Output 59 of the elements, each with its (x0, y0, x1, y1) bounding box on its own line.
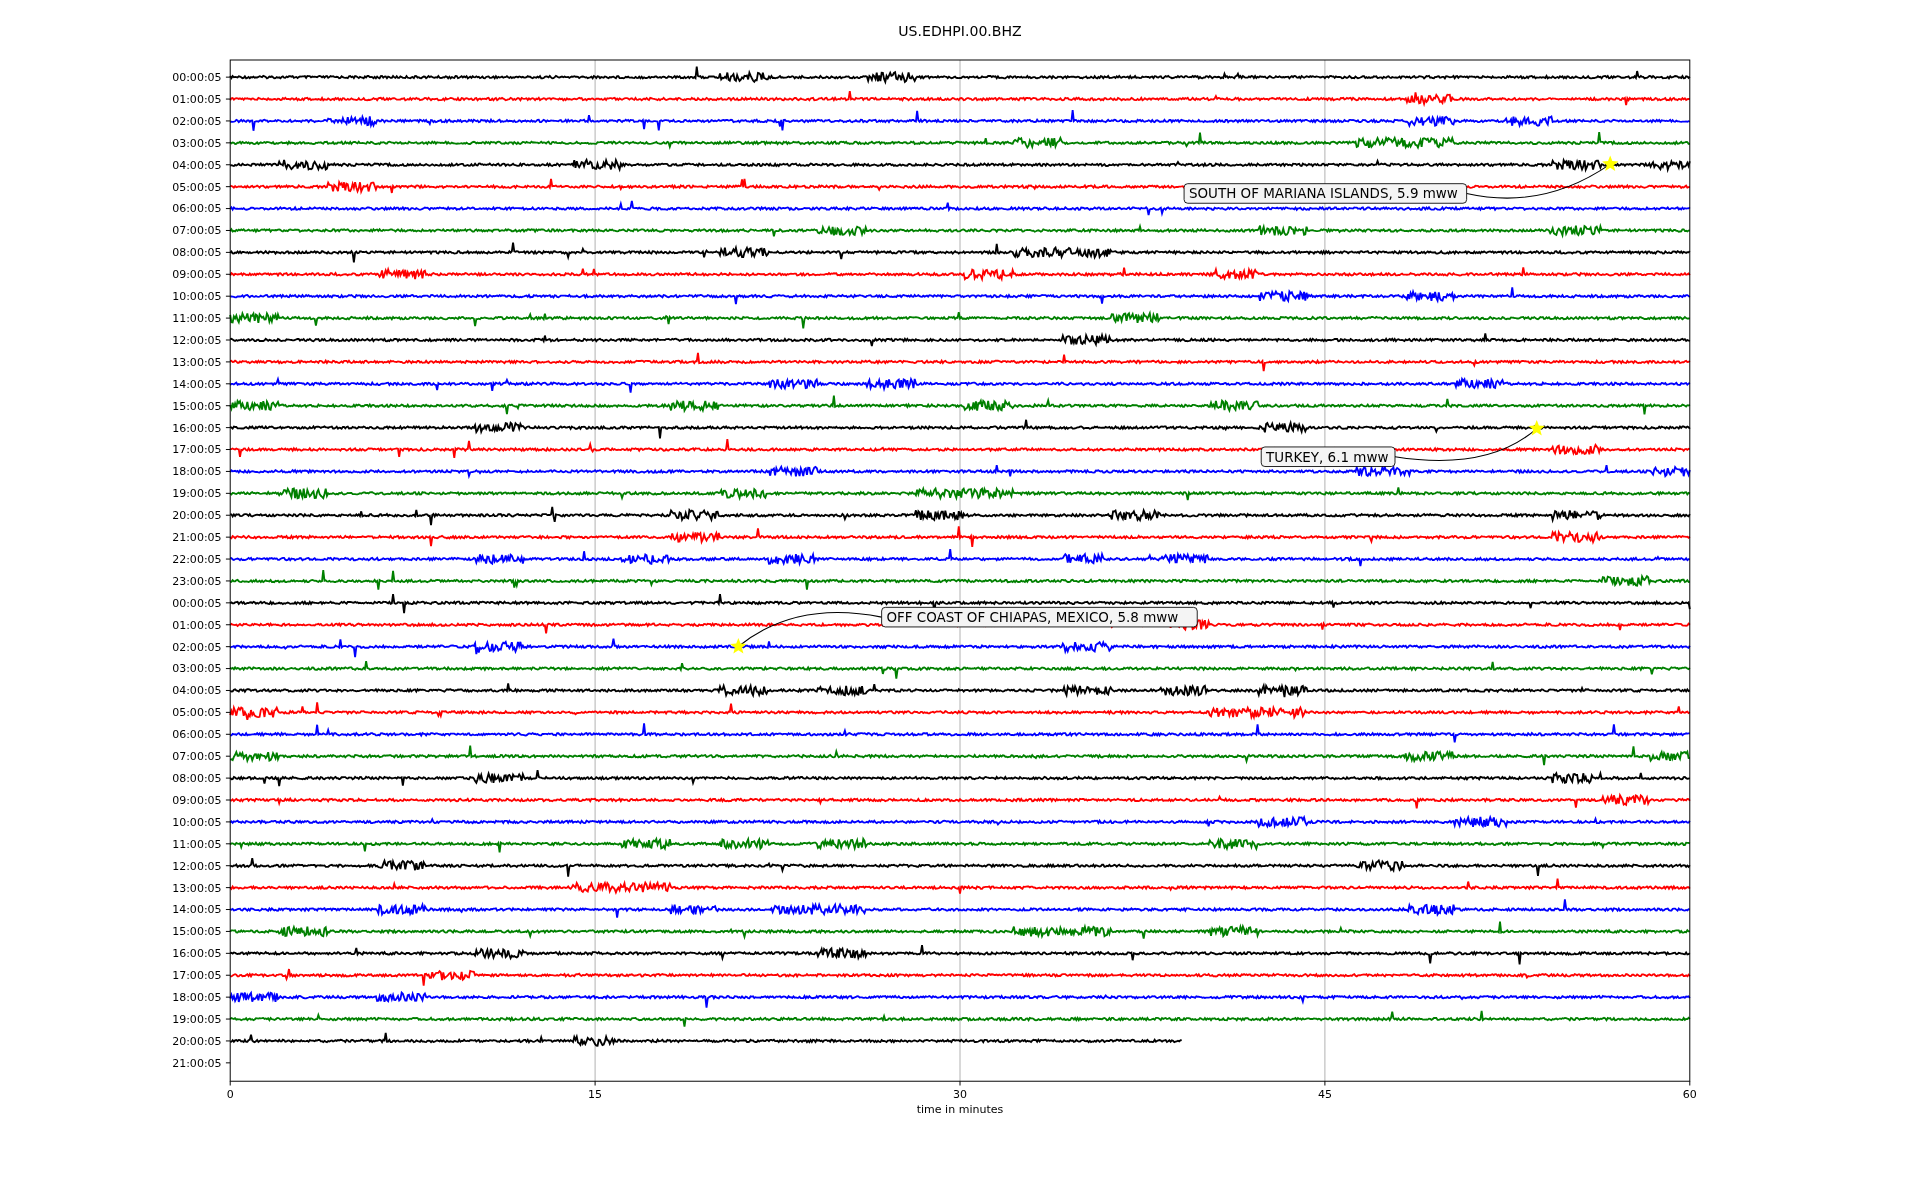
y-tick-label: 07:00:05 (172, 750, 222, 764)
y-tick-label: 04:00:05 (172, 158, 222, 172)
y-tick-label: 20:00:05 (172, 509, 222, 523)
y-tick-label: 09:00:05 (172, 793, 222, 807)
y-tick-label: 01:00:05 (172, 92, 222, 106)
y-tick-label: 14:00:05 (172, 903, 222, 917)
star-marker (1528, 420, 1545, 436)
chart-title: US.EDHPI.00.BHZ (898, 22, 1022, 39)
y-tick-label: 09:00:05 (172, 268, 222, 282)
y-tick-label: 23:00:05 (172, 574, 222, 588)
annotation-label: OFF COAST OF CHIAPAS, MEXICO, 5.8 mww (881, 606, 1198, 628)
y-tick-label: 03:00:05 (172, 136, 222, 150)
x-tick-label: 60 (1682, 1088, 1697, 1102)
y-tick-label: 04:00:05 (172, 684, 222, 698)
y-tick-label: 15:00:05 (172, 399, 222, 413)
y-tick-label: 16:00:05 (172, 947, 222, 961)
y-tick-label: 08:00:05 (172, 772, 222, 785)
y-tick-label: 14:00:05 (172, 377, 222, 391)
y-tick-label: 15:00:05 (172, 925, 222, 939)
y-tick-label: 07:00:05 (172, 224, 222, 238)
y-tick-label: 02:00:05 (172, 114, 222, 128)
x-tick-label: 30 (953, 1088, 967, 1102)
y-tick-label: 05:00:05 (172, 706, 222, 720)
y-tick-label: 18:00:05 (172, 465, 222, 479)
star-marker (1602, 155, 1619, 171)
y-tick-label: 12:00:05 (172, 859, 222, 873)
y-tick-label: 10:00:05 (172, 815, 222, 829)
y-tick-label: 03:00:05 (172, 662, 222, 676)
y-tick-label: 16:00:05 (172, 421, 222, 435)
y-tick-label: 10:00:05 (172, 290, 222, 304)
y-tick-label: 19:00:05 (172, 487, 222, 501)
y-tick-label: 19:00:05 (172, 1012, 222, 1026)
y-tick-label: 17:00:05 (172, 443, 222, 457)
y-tick-label: 08:00:05 (172, 246, 222, 260)
y-tick-label: 02:00:05 (172, 640, 222, 654)
y-tick-label: 06:00:05 (172, 202, 222, 216)
y-tick-label: 21:00:05 (172, 531, 222, 545)
y-tick-label: 12:00:05 (172, 333, 222, 347)
y-tick-label: 21:00:05 (172, 1056, 222, 1070)
y-tick-label: 05:00:05 (172, 180, 222, 194)
x-tick-label: 15 (588, 1088, 603, 1102)
y-tick-label: 01:00:05 (172, 618, 222, 632)
y-tick-label: 22:00:05 (172, 552, 222, 566)
annotation-label: SOUTH OF MARIANA ISLANDS, 5.9 mww (1183, 183, 1468, 204)
y-tick-label: 13:00:05 (172, 881, 222, 895)
y-tick-label: 06:00:05 (172, 728, 222, 742)
y-tick-label: 20:00:05 (172, 1034, 222, 1048)
x-axis-title: time in minutes (916, 1103, 1004, 1117)
y-tick-label: 11:00:05 (172, 312, 222, 325)
annotation-label: TURKEY, 6.1 mww (1260, 446, 1396, 467)
y-tick-label: 17:00:05 (172, 969, 222, 983)
y-tick-label: 11:00:05 (172, 837, 222, 851)
x-tick-label: 45 (1317, 1088, 1332, 1102)
y-tick-label: 00:00:05 (172, 596, 222, 610)
y-tick-label: 13:00:05 (172, 355, 222, 369)
y-tick-label: 18:00:05 (172, 991, 222, 1005)
x-tick-label: 0 (226, 1088, 234, 1102)
star-marker (730, 637, 747, 654)
y-tick-label: 00:00:05 (172, 71, 222, 85)
